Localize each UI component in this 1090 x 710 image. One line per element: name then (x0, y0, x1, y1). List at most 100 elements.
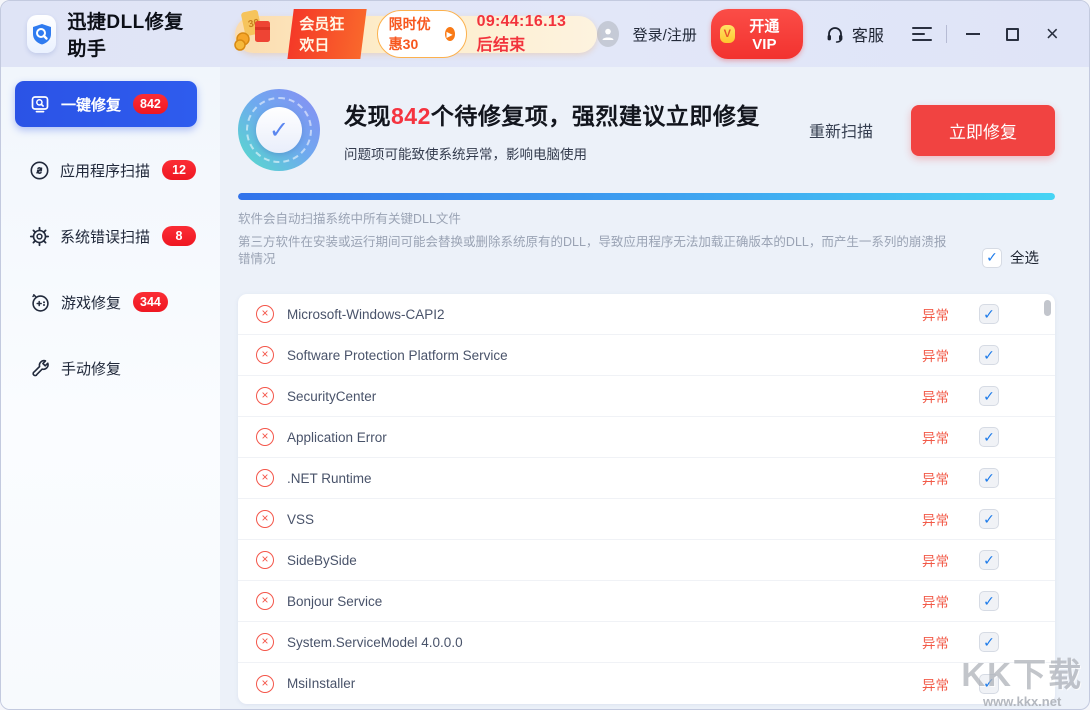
issue-name: Bonjour Service (287, 594, 382, 609)
issue-status: 异常 (922, 427, 949, 447)
scan-progress-fill (238, 193, 1055, 200)
sidebar-item-manual-repair[interactable]: 手动修复 (15, 345, 197, 391)
sidebar-item-app-scan[interactable]: 应用程序扫描 12 (15, 147, 197, 193)
select-all-label: 全选 (1010, 247, 1039, 268)
sidebar-item-game-repair[interactable]: 游戏修复 344 (15, 279, 197, 325)
error-circle-icon: × (256, 387, 274, 405)
issue-checkbox[interactable]: ✓ (979, 427, 999, 447)
sidebar-item-badge: 12 (162, 160, 196, 180)
issue-checkbox[interactable]: ✓ (979, 345, 999, 365)
issue-row[interactable]: × System.ServiceModel 4.0.0.0 异常 ✓ (238, 622, 1055, 663)
sidebar-item-badge: 8 (162, 226, 196, 246)
avatar[interactable] (597, 21, 619, 47)
scan-description-line2: 第三方软件在安装或运行期间可能会替换或删除系统原有的DLL，导致应用程序无法加载… (238, 234, 958, 268)
rescan-link[interactable]: 重新扫描 (809, 118, 873, 142)
sidebar-item-label: 应用程序扫描 (60, 160, 150, 181)
titlebar-divider (946, 25, 947, 43)
play-arrow-icon: ▶ (445, 27, 455, 41)
issue-checkbox[interactable]: ✓ (979, 468, 999, 488)
scan-description: 软件会自动扫描系统中所有关键DLL文件 第三方软件在安装或运行期间可能会替换或删… (238, 211, 1055, 268)
titlebar: 迅捷DLL修复助手 30 会员狂欢日 限时优惠30 ▶ 09:44:16.13后… (1, 1, 1089, 67)
sidebar-item-label: 系统错误扫描 (60, 226, 150, 247)
promo-ribbon: 会员狂欢日 (287, 9, 366, 59)
error-circle-icon: × (256, 428, 274, 446)
login-register-link[interactable]: 登录/注册 (633, 24, 697, 45)
sidebar: 一键修复 842 应用程序扫描 12 (1, 67, 220, 710)
issue-row[interactable]: × VSS 异常 ✓ (238, 499, 1055, 540)
issue-name: Software Protection Platform Service (287, 348, 508, 363)
gamepad-icon (29, 292, 51, 313)
scan-check-icon: ✓ (238, 89, 320, 171)
issue-row[interactable]: × Application Error 异常 ✓ (238, 417, 1055, 458)
open-vip-button[interactable]: V 开通VIP (711, 9, 803, 59)
issue-row[interactable]: × .NET Runtime 异常 ✓ (238, 458, 1055, 499)
sidebar-item-system-error-scan[interactable]: 系统错误扫描 8 (15, 213, 197, 259)
issue-name: VSS (287, 512, 314, 527)
gear-icon (29, 226, 50, 247)
issue-checkbox[interactable]: ✓ (979, 591, 999, 611)
issue-status: 异常 (922, 674, 949, 694)
titlebar-actions: 登录/注册 V 开通VIP 客服 × (597, 9, 1065, 59)
close-button[interactable]: × (1040, 19, 1065, 49)
promo-banner[interactable]: 30 会员狂欢日 限时优惠30 ▶ 09:44:16.13后结束 (235, 16, 596, 53)
issue-name: System.ServiceModel 4.0.0.0 (287, 635, 463, 650)
issue-status: 异常 (922, 304, 949, 324)
issue-status: 异常 (922, 632, 949, 652)
issue-name: Microsoft-Windows-CAPI2 (287, 307, 445, 322)
issue-name: SideBySide (287, 553, 357, 568)
issue-name: MsiInstaller (287, 676, 355, 691)
sidebar-item-one-click-repair[interactable]: 一键修复 842 (15, 81, 197, 127)
scan-headline-block: 发现842个待修复项，强烈建议立即修复 问题项可能致使系统异常，影响电脑使用 (344, 97, 760, 163)
error-circle-icon: × (256, 592, 274, 610)
sidebar-item-badge: 842 (133, 94, 168, 114)
issue-row[interactable]: × MsiInstaller 异常 ✓ (238, 663, 1055, 704)
issue-checkbox[interactable]: ✓ (979, 632, 999, 652)
minimize-button[interactable] (961, 19, 986, 49)
issue-row[interactable]: × SideBySide 异常 ✓ (238, 540, 1055, 581)
headset-icon (825, 24, 845, 44)
issue-checkbox[interactable]: ✓ (979, 304, 999, 324)
sidebar-item-label: 游戏修复 (61, 292, 121, 313)
issue-row[interactable]: × SecurityCenter 异常 ✓ (238, 376, 1055, 417)
promo-countdown: 09:44:16.13后结束 (477, 13, 579, 55)
error-circle-icon: × (256, 675, 274, 693)
issue-checkbox[interactable]: ✓ (979, 550, 999, 570)
fix-now-button[interactable]: 立即修复 (911, 105, 1055, 156)
main-content: ✓ 发现842个待修复项，强烈建议立即修复 问题项可能致使系统异常，影响电脑使用… (220, 67, 1089, 710)
gift-icon: 30 (231, 5, 281, 55)
sidebar-item-label: 手动修复 (61, 358, 121, 379)
issue-status: 异常 (922, 591, 949, 611)
service-label: 客服 (852, 22, 884, 46)
issue-status: 异常 (922, 509, 949, 529)
issue-row[interactable]: × Microsoft-Windows-CAPI2 异常 ✓ (238, 294, 1055, 335)
select-all-checkbox[interactable]: ✓ (982, 248, 1002, 268)
error-circle-icon: × (256, 633, 274, 651)
app-window: 迅捷DLL修复助手 30 会员狂欢日 限时优惠30 ▶ 09:44:16.13后… (0, 0, 1090, 710)
issue-name: .NET Runtime (287, 471, 372, 486)
app-title: 迅捷DLL修复助手 (67, 7, 187, 61)
issue-row[interactable]: × Software Protection Platform Service 异… (238, 335, 1055, 376)
select-all-control[interactable]: ✓ 全选 (982, 247, 1039, 268)
wrench-icon (29, 358, 51, 379)
customer-service[interactable]: 客服 (825, 22, 884, 46)
app-scan-icon (29, 160, 50, 181)
screen-scan-icon (29, 94, 51, 114)
brand: 迅捷DLL修复助手 (27, 7, 187, 61)
issue-status: 异常 (922, 468, 949, 488)
vip-shield-icon: V (720, 25, 735, 43)
menu-icon[interactable] (912, 27, 932, 41)
sidebar-item-label: 一键修复 (61, 94, 121, 115)
scan-description-line1: 软件会自动扫描系统中所有关键DLL文件 (238, 211, 1055, 228)
app-logo-icon (27, 15, 56, 53)
issue-checkbox[interactable]: ✓ (979, 509, 999, 529)
scan-headline: 发现842个待修复项，强烈建议立即修复 (344, 97, 760, 131)
maximize-button[interactable] (1000, 19, 1025, 49)
issue-checkbox[interactable]: ✓ (979, 674, 999, 694)
error-circle-icon: × (256, 305, 274, 323)
sidebar-item-badge: 344 (133, 292, 168, 312)
issue-list: × Microsoft-Windows-CAPI2 异常 ✓ × Softwar… (238, 294, 1055, 704)
scrollbar-thumb[interactable] (1044, 300, 1051, 316)
promo-offer-pill[interactable]: 限时优惠30 ▶ (377, 10, 467, 58)
issue-row[interactable]: × Bonjour Service 异常 ✓ (238, 581, 1055, 622)
issue-checkbox[interactable]: ✓ (979, 386, 999, 406)
